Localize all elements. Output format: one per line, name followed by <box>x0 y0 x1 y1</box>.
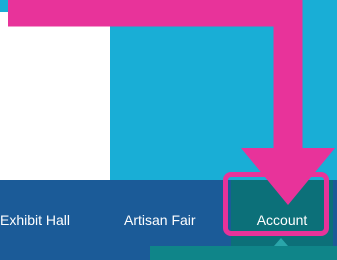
account-active-pointer <box>274 238 288 246</box>
nav-item-exhibit-hall[interactable]: Exhibit Hall <box>0 202 70 238</box>
hero-background-strip <box>0 0 30 12</box>
account-highlight-box <box>223 172 329 236</box>
account-dropdown-edge <box>150 246 337 260</box>
nav-item-label: Artisan Fair <box>124 212 196 228</box>
hero-background <box>110 0 337 180</box>
screenshot-canvas: Exhibit Hall Artisan Fair Account <box>0 0 337 260</box>
nav-item-artisan-fair[interactable]: Artisan Fair <box>124 202 196 238</box>
nav-item-label: Exhibit Hall <box>0 212 71 228</box>
